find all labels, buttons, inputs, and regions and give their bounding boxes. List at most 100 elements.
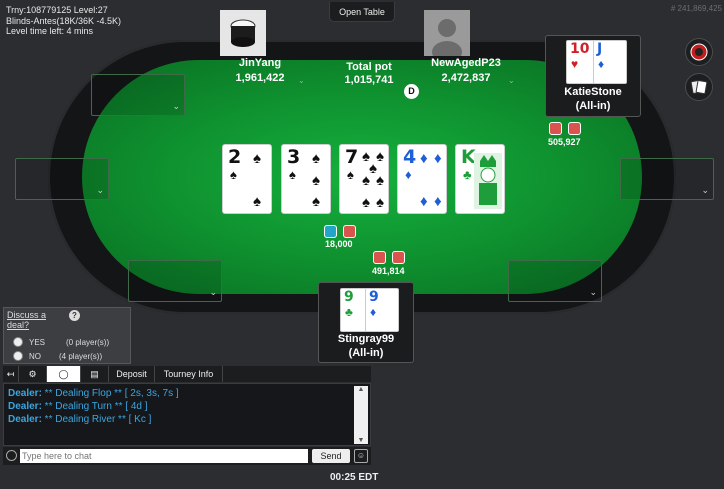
player-status: (All-in)	[348, 347, 384, 359]
avatar[interactable]	[220, 10, 266, 56]
card-rank: 2	[228, 146, 242, 168]
spade-icon: ♠	[376, 172, 384, 189]
total-pot: Total pot 1,015,741	[336, 61, 402, 87]
board-card: 4 ♦ ♦ ♦ ♦ ♦	[397, 144, 447, 214]
card-rank: 10	[570, 41, 590, 57]
deal-yes-count: (0 player(s))	[66, 338, 110, 347]
chevron-down-icon: ⌄	[701, 185, 709, 195]
spade-icon: ♠	[312, 172, 320, 189]
card-suit: ♥	[571, 57, 579, 71]
spade-icon: ♠	[376, 194, 384, 211]
empty-seat[interactable]: ⌄	[620, 158, 714, 200]
hand-id: # 241,869,425	[670, 4, 722, 13]
help-icon[interactable]: ?	[69, 310, 80, 321]
open-table-button[interactable]: Open Table	[329, 2, 395, 22]
player-name[interactable]: JinYang	[220, 57, 300, 70]
card-suit: ♠	[347, 167, 354, 182]
chat-text: ** Dealing Flop ** [ 2s, 3s, 7s ]	[41, 388, 179, 399]
discuss-deal-link[interactable]: Discuss a deal?	[7, 310, 46, 330]
deal-yes-radio[interactable]	[13, 337, 23, 347]
card-rank: 9	[369, 289, 379, 305]
spade-icon: ♠	[362, 172, 370, 189]
card-rank: 3	[287, 146, 301, 168]
card-rank: 9	[344, 289, 354, 305]
chat-settings-icon[interactable]	[6, 450, 17, 461]
chevron-down-icon: ⌄	[589, 287, 597, 297]
card-suit: ♦	[405, 167, 412, 182]
tab-deposit[interactable]: Deposit	[109, 366, 155, 382]
chat-message: Dealer: ** Dealing Turn ** [ 4d ]	[8, 401, 148, 413]
spade-icon: ♠	[312, 193, 320, 210]
empty-seat[interactable]: ⌄	[128, 260, 222, 302]
spade-icon: ♠	[253, 193, 261, 210]
hole-card: 9 ♦	[365, 288, 399, 332]
discuss-deal-title: Discuss a	[7, 310, 47, 320]
chat-message: Dealer: ** Dealing Flop ** [ 2s, 3s, 7s …	[8, 388, 179, 400]
player-name[interactable]: NewAgedP23	[423, 57, 509, 70]
chip-stack-icon	[549, 122, 562, 135]
chat-tabs: ↤ ⚙ ◯ ▤ Deposit Tourney Info	[3, 366, 371, 382]
chat-text: ** Dealing Turn ** [ 4d ]	[41, 401, 148, 412]
diamond-icon: ♦	[420, 193, 428, 210]
discuss-deal-panel: Discuss a deal? ? YES (0 player(s)) NO (…	[3, 307, 131, 364]
chat-scrollbar[interactable]: ▲ ▼	[354, 386, 368, 444]
diamond-icon: ♦	[420, 150, 428, 167]
chevron-down-icon: ⌄	[172, 101, 180, 111]
player-stack: 2,472,837	[441, 72, 491, 84]
deal-yes-label: YES	[29, 338, 46, 347]
chat-input[interactable]	[20, 449, 308, 463]
empty-seat[interactable]: ⌄	[508, 260, 602, 302]
default-avatar-icon	[424, 10, 470, 63]
stats-icon[interactable]	[685, 38, 713, 66]
card-rank: 7	[345, 146, 359, 168]
clock: 00:25 EDT	[330, 472, 379, 483]
chat-input-row: Send ☺	[3, 447, 371, 465]
chat-sender: Dealer:	[8, 401, 42, 412]
blinds-antes: Blinds-Antes(18K/36K -4.5K)	[6, 15, 122, 26]
chat-text: ** Dealing River ** [ Kc ]	[41, 414, 152, 425]
tournament-info: Trny:108779125 Level:27 Blinds-Antes(18K…	[6, 5, 121, 37]
chevron-down-icon: ⌄	[209, 287, 217, 297]
card-suit: ♠	[230, 167, 237, 182]
scroll-down-icon[interactable]: ▼	[354, 437, 368, 444]
chip-stack-icon	[373, 251, 386, 264]
hole-card: J ♦	[593, 40, 627, 84]
empty-seat[interactable]: ⌄	[91, 74, 185, 116]
chevron-down-icon: ⌄	[96, 185, 104, 195]
chat-sender: Dealer:	[8, 388, 42, 399]
board-card: 7 ♠ ♠ ♠ ♠ ♠ ♠ ♠ ♠	[339, 144, 389, 214]
chip-stack-icon	[392, 251, 405, 264]
board-card: 2 ♠ ♠ ♠	[222, 144, 272, 214]
pot-label: Total pot	[346, 61, 392, 73]
empty-seat[interactable]: ⌄	[15, 158, 109, 200]
settings-gear-icon[interactable]: ⚙	[19, 366, 47, 382]
card-suit: ♦	[370, 305, 377, 319]
spade-icon: ♠	[376, 148, 384, 165]
king-face-icon	[474, 153, 502, 209]
back-arrow-icon[interactable]: ↤	[3, 366, 19, 382]
notes-icon[interactable]: ▤	[81, 366, 109, 382]
scroll-up-icon[interactable]: ▲	[354, 386, 368, 393]
pot-amount: 1,015,741	[344, 74, 394, 86]
discuss-deal-title: deal?	[7, 320, 30, 330]
cards-menu-icon[interactable]	[685, 73, 713, 101]
playing-cards-icon	[690, 79, 708, 95]
chip-stack-icon	[568, 122, 581, 135]
chat-bubble-icon[interactable]: ◯	[47, 366, 81, 382]
tab-tourney-info[interactable]: Tourney Info	[155, 366, 223, 382]
player-status: (All-in)	[575, 100, 611, 112]
emoji-icon[interactable]: ☺	[354, 449, 368, 463]
chevron-down-icon[interactable]: ⌄	[508, 76, 515, 85]
dealer-button: D	[404, 84, 419, 99]
tournament-id-level: Trny:108779125 Level:27	[6, 5, 108, 15]
deal-no-radio[interactable]	[13, 351, 23, 361]
card-suit: ♣	[345, 305, 353, 319]
player-name: KatieStone	[564, 86, 622, 98]
chevron-down-icon[interactable]: ⌄	[298, 76, 305, 85]
bet-amount: 491,814	[372, 266, 405, 276]
chip-stack-icon	[324, 225, 337, 238]
avatar[interactable]	[424, 10, 470, 63]
chip-stack-icon	[343, 225, 356, 238]
level-time-left: Level time left: 4 mins	[6, 26, 94, 36]
send-button[interactable]: Send	[312, 449, 350, 463]
